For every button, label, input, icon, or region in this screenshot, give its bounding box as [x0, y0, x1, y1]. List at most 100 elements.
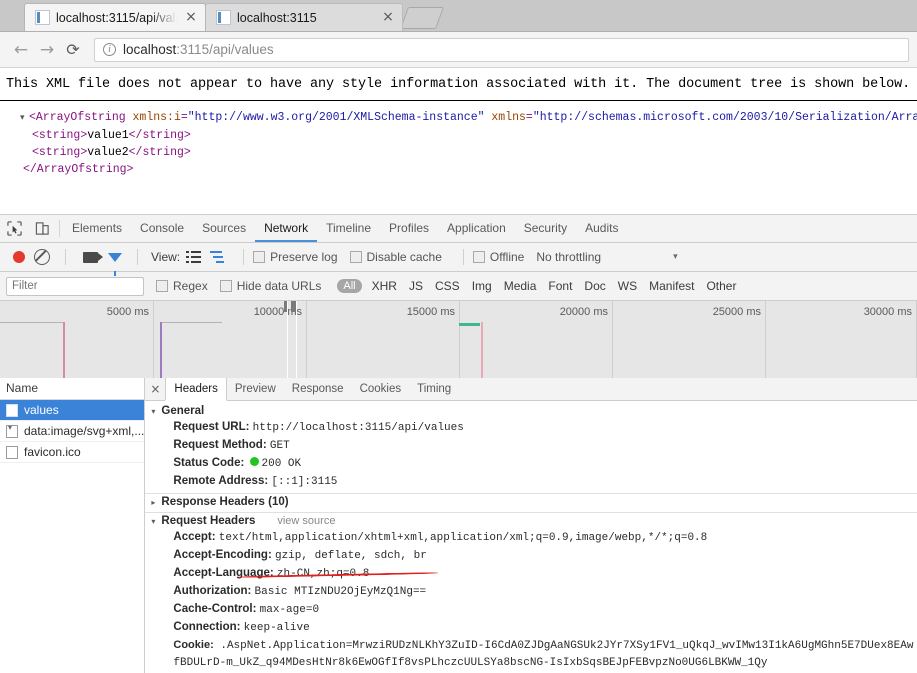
detail-tab-headers[interactable]: Headers — [165, 378, 227, 401]
network-overview-graph[interactable]: 5000 ms 10000 ms 15000 ms 20000 ms 25000… — [0, 301, 917, 381]
detail-tab-cookies[interactable]: Cookies — [352, 378, 410, 400]
list-view-icon[interactable] — [186, 251, 202, 263]
close-icon[interactable]: × — [183, 9, 199, 26]
filter-type-media[interactable]: Media — [504, 279, 537, 293]
header-key: Remote Address: — [173, 475, 269, 487]
browser-tab-0[interactable]: localhost:3115/api/values × — [24, 3, 206, 31]
filter-type-manifest[interactable]: Manifest — [649, 279, 694, 293]
requests-column-header[interactable]: Name — [0, 378, 145, 400]
general-section-title: General — [161, 405, 205, 417]
request-row-values[interactable]: values — [0, 400, 145, 421]
status-badge: 200 OK — [261, 458, 302, 470]
xml-root-open-row[interactable]: ▾ <ArrayOfstring xmlns:i="http://www.w3.o… — [10, 109, 917, 127]
address-bar: ← → ⟳ i localhost:3115/api/values — [0, 32, 917, 68]
header-row-connection: Connection: keep-alive — [145, 619, 917, 637]
disable-cache-label: Disable cache — [366, 250, 442, 264]
filter-type-xhr[interactable]: XHR — [372, 279, 397, 293]
header-key: Authorization: — [173, 585, 252, 597]
xml-child-close-0: </string> — [128, 129, 191, 142]
tab-audits[interactable]: Audits — [576, 215, 627, 242]
xml-attr-1-name: xmlns:i — [132, 111, 181, 124]
hide-data-urls-checkbox[interactable]: Hide data URLs — [219, 279, 321, 293]
tab-timeline[interactable]: Timeline — [317, 215, 380, 242]
filter-type-css[interactable]: CSS — [435, 279, 460, 293]
filter-funnel-icon[interactable] — [108, 252, 122, 276]
forward-icon[interactable]: → — [34, 37, 60, 63]
collapse-triangle-icon[interactable]: ▾ — [20, 110, 29, 127]
url-input[interactable]: i localhost:3115/api/values — [94, 37, 909, 62]
collapse-triangle-icon[interactable]: ▸ — [151, 498, 161, 507]
detail-tab-preview[interactable]: Preview — [227, 378, 284, 400]
camera-icon[interactable] — [83, 251, 103, 263]
header-value: [::1]:3115 — [271, 476, 338, 488]
image-icon — [6, 423, 18, 438]
page-content: This XML file does not appear to have an… — [0, 68, 917, 214]
tab-console[interactable]: Console — [131, 215, 193, 242]
xml-root-tag: <ArrayOfstring — [29, 111, 126, 124]
header-key: Request URL: — [173, 421, 250, 433]
request-name: data:image/svg+xml,... — [24, 424, 145, 438]
chevron-down-icon[interactable]: ▾ — [673, 252, 678, 262]
clear-icon[interactable] — [34, 249, 50, 265]
url-path: :3115/api/values — [176, 42, 274, 57]
disable-cache-checkbox[interactable]: Disable cache — [349, 250, 442, 264]
preserve-log-checkbox[interactable]: Preserve log — [253, 250, 338, 264]
tab-elements[interactable]: Elements — [63, 215, 131, 242]
tab-profiles[interactable]: Profiles — [380, 215, 438, 242]
url-host: localhost — [123, 42, 177, 57]
header-row-accept-encoding: Accept-Encoding: gzip, deflate, sdch, br — [145, 547, 917, 565]
filter-type-ws[interactable]: WS — [618, 279, 637, 293]
overview-tick-10000: 10000 ms — [253, 306, 302, 318]
tab-security[interactable]: Security — [515, 215, 576, 242]
browser-tab-1[interactable]: localhost:3115 × — [205, 3, 403, 31]
request-row-favicon[interactable]: favicon.ico — [0, 442, 145, 463]
filter-type-all[interactable]: All — [337, 279, 362, 293]
inspect-element-icon[interactable] — [0, 215, 28, 242]
record-icon[interactable] — [13, 251, 25, 263]
xml-child-row: <string>value2</string> — [10, 144, 917, 161]
requests-pane: Name values data:image/svg+xml,... favic… — [0, 378, 146, 673]
waterfall-view-icon[interactable] — [210, 251, 225, 263]
close-icon[interactable]: × — [380, 9, 396, 26]
filter-type-font[interactable]: Font — [548, 279, 572, 293]
checkbox-icon — [253, 251, 266, 263]
reload-icon[interactable]: ⟳ — [60, 37, 86, 63]
filter-input[interactable] — [6, 276, 144, 296]
xml-tree: ▾ <ArrayOfstring xmlns:i="http://www.w3.o… — [0, 109, 917, 178]
throttling-select[interactable]: No throttling ▾ — [536, 250, 677, 264]
offline-checkbox[interactable]: Offline — [472, 250, 524, 264]
overview-tick-20000: 20000 ms — [559, 306, 608, 318]
close-icon[interactable]: × — [145, 378, 165, 400]
tab-network[interactable]: Network — [255, 215, 318, 242]
toggle-device-toolbar-icon[interactable] — [28, 215, 56, 242]
filter-type-other[interactable]: Other — [706, 279, 736, 293]
divider — [137, 249, 138, 265]
expand-triangle-icon[interactable]: ▾ — [151, 407, 161, 416]
view-source-link[interactable]: view source — [277, 515, 335, 527]
response-headers-section-header[interactable]: ▸ Response Headers (10) — [145, 494, 917, 510]
filter-type-img[interactable]: Img — [472, 279, 492, 293]
header-row-cache-control: Cache-Control: max-age=0 — [145, 601, 917, 619]
checkbox-icon — [472, 251, 485, 263]
filter-type-js[interactable]: JS — [409, 279, 423, 293]
detail-tab-timing[interactable]: Timing — [409, 378, 459, 400]
general-section-header[interactable]: ▾ General — [145, 403, 917, 419]
divider — [462, 249, 464, 265]
header-value: GET — [269, 440, 290, 452]
regex-checkbox[interactable]: Regex — [156, 279, 208, 293]
detail-tab-response[interactable]: Response — [284, 378, 352, 400]
overview-tick-30000: 30000 ms — [863, 306, 912, 318]
expand-triangle-icon[interactable]: ▾ — [151, 517, 161, 526]
request-headers-section-header[interactable]: ▾ Request Headers view source — [145, 513, 917, 529]
tab-application[interactable]: Application — [438, 215, 515, 242]
header-row-authorization: Authorization: Basic MTIzNDU2OjEyMzQ1Ng=… — [145, 583, 917, 601]
filter-type-doc[interactable]: Doc — [584, 279, 605, 293]
tab-sources[interactable]: Sources — [193, 215, 255, 242]
xml-child-text-0: value1 — [87, 129, 129, 142]
xml-attr-1-value: "http://www.w3.org/2001/XMLSchema-instan… — [187, 111, 485, 124]
request-row-datauri[interactable]: data:image/svg+xml,... — [0, 421, 145, 442]
back-icon[interactable]: ← — [8, 37, 34, 63]
new-tab-button[interactable] — [399, 7, 445, 29]
document-icon — [6, 403, 18, 417]
info-icon[interactable]: i — [103, 43, 116, 56]
